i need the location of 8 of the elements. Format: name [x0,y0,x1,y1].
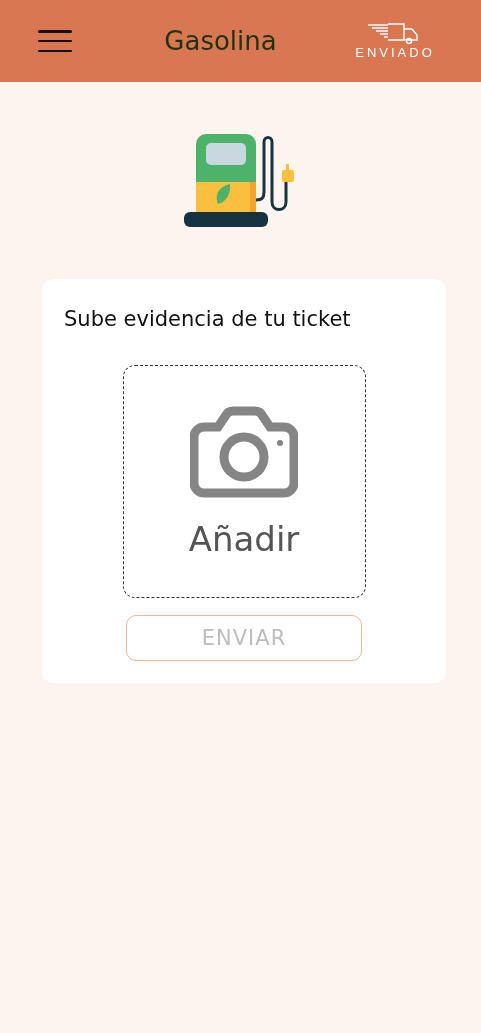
menu-button[interactable] [38,30,72,52]
card-title: Sube evidencia de tu ticket [64,307,351,331]
fuel-pump-icon [184,134,297,227]
photo-upload-area[interactable]: Añadir [122,365,366,598]
camera-icon [190,404,298,501]
upload-label: Añadir [188,518,300,559]
logo-text: ENVIADO [355,44,435,60]
page-title: Gasolina [164,26,277,56]
